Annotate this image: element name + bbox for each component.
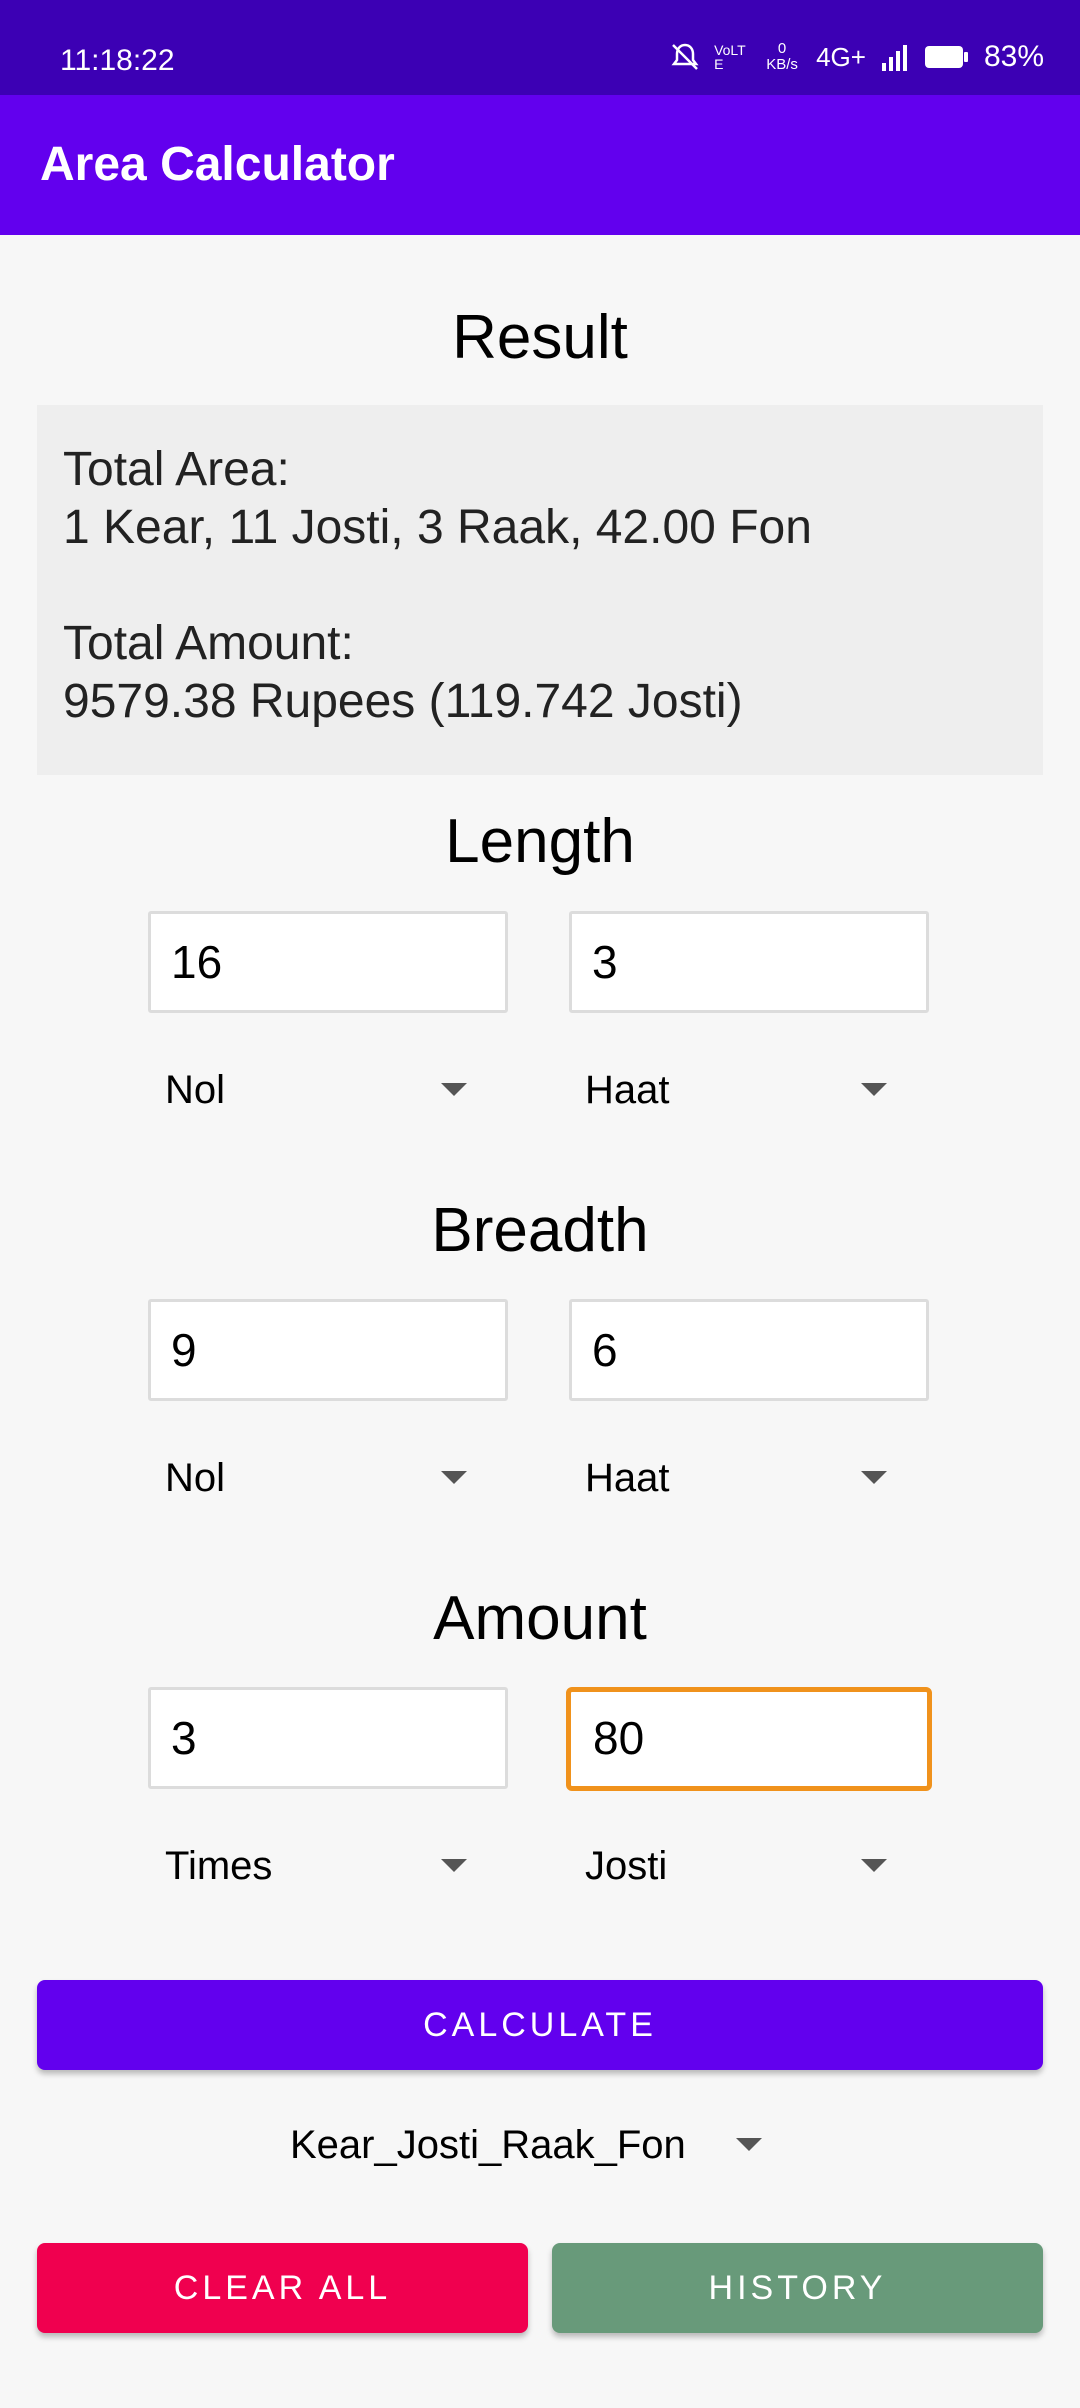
chevron-down-icon <box>861 1083 887 1096</box>
length-unit2-label: Haat <box>585 1068 670 1112</box>
amount-unit2-label: Josti <box>585 1844 668 1888</box>
amount-value2-input[interactable]: 80 <box>566 1687 932 1791</box>
status-icons: VoLTE 0 KB/s 4G+ 83% <box>670 40 1044 74</box>
breadth-unit1-dropdown[interactable]: Nol <box>165 1438 505 1518</box>
battery-icon <box>924 46 968 68</box>
length-unit1-label: Nol <box>165 1068 226 1112</box>
total-amount-value: 9579.38 Rupees (119.742 Josti) <box>63 675 743 728</box>
length-value2-input[interactable]: 3 <box>569 911 929 1013</box>
breadth-unit2-dropdown[interactable]: Haat <box>585 1438 925 1518</box>
amount-unit1-dropdown[interactable]: Times <box>165 1826 505 1906</box>
length-value1-input[interactable]: 16 <box>148 911 508 1013</box>
network-type: 4G+ <box>816 41 866 72</box>
total-area-value: 1 Kear, 11 Josti, 3 Raak, 42.00 Fon <box>63 501 812 554</box>
mute-bell-icon <box>671 43 699 70</box>
result-heading: Result <box>452 303 628 372</box>
chevron-down-icon <box>736 2138 762 2151</box>
output-format-label: Kear_Josti_Raak_Fon <box>290 2123 686 2167</box>
clear-all-button[interactable]: CLEAR ALL <box>37 2243 528 2333</box>
network-speed: 0 KB/s <box>766 40 798 73</box>
output-format-dropdown[interactable]: Kear_Josti_Raak_Fon <box>290 2105 790 2185</box>
amount-unit2-dropdown[interactable]: Josti <box>585 1826 925 1906</box>
length-unit1-dropdown[interactable]: Nol <box>165 1050 505 1130</box>
amount-value1-input[interactable]: 3 <box>148 1687 508 1789</box>
breadth-unit2-label: Haat <box>585 1456 670 1500</box>
history-button[interactable]: HISTORY <box>552 2243 1043 2333</box>
battery-percent: 83% <box>983 40 1044 73</box>
total-amount-label: Total Amount: <box>63 617 354 670</box>
calculate-button[interactable]: CALCULATE <box>37 1980 1043 2070</box>
chevron-down-icon <box>441 1471 467 1484</box>
total-area-label: Total Area: <box>63 443 290 496</box>
amount-heading: Amount <box>433 1584 647 1653</box>
chevron-down-icon <box>441 1083 467 1096</box>
length-unit2-dropdown[interactable]: Haat <box>585 1050 925 1130</box>
volte-icon: VoLTE <box>714 42 746 72</box>
chevron-down-icon <box>441 1859 467 1872</box>
length-heading: Length <box>445 807 635 876</box>
breadth-unit1-label: Nol <box>165 1456 226 1500</box>
result-box: Total Area: 1 Kear, 11 Josti, 3 Raak, 42… <box>37 405 1043 775</box>
breadth-heading: Breadth <box>431 1196 649 1265</box>
app-bar: Area Calculator <box>0 95 1080 235</box>
breadth-value1-input[interactable]: 9 <box>148 1299 508 1401</box>
breadth-value2-input[interactable]: 6 <box>569 1299 929 1401</box>
status-bar: 11:18:22 VoLTE 0 KB/s 4G+ 83% <box>0 0 1080 95</box>
amount-unit1-label: Times <box>165 1844 273 1888</box>
chevron-down-icon <box>861 1471 887 1484</box>
chevron-down-icon <box>861 1859 887 1872</box>
status-time: 11:18:22 <box>60 44 175 77</box>
signal-icon <box>881 45 907 71</box>
app-title: Area Calculator <box>40 138 395 191</box>
